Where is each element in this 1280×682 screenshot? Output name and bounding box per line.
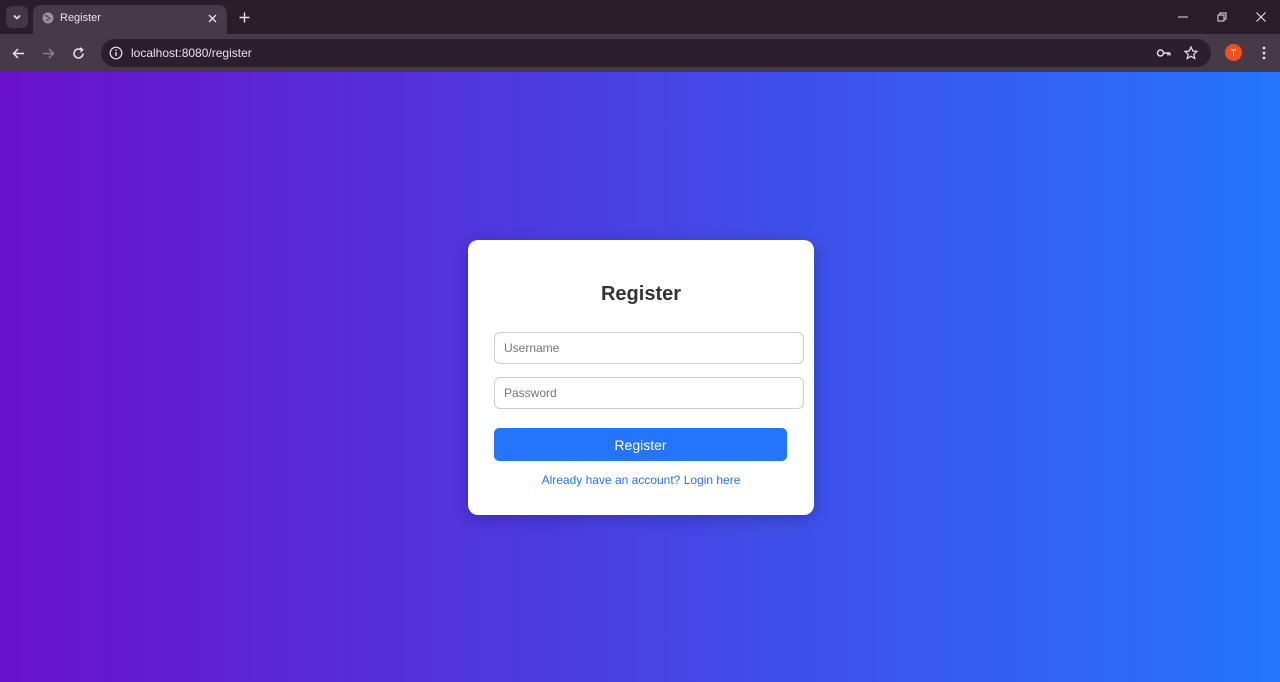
profile-initial: T	[1230, 47, 1237, 58]
login-link[interactable]: Already have an account? Login here	[468, 473, 814, 487]
close-icon	[208, 14, 216, 22]
close-tab-button[interactable]	[205, 11, 219, 25]
register-card: Register Register Already have an accoun…	[468, 240, 814, 515]
page-viewport: Register Register Already have an accoun…	[0, 72, 1280, 682]
profile-avatar[interactable]: T	[1225, 44, 1242, 61]
tab-search-button[interactable]	[6, 6, 28, 28]
password-key-button[interactable]	[1156, 45, 1172, 61]
forward-button[interactable]	[38, 43, 58, 63]
more-vertical-icon	[1262, 46, 1266, 60]
minimize-button[interactable]	[1163, 0, 1202, 34]
restore-icon	[1217, 12, 1226, 22]
address-bar[interactable]: localhost:8080/register	[101, 39, 1211, 67]
star-icon	[1184, 46, 1198, 60]
browser-menu-button[interactable]	[1256, 44, 1272, 62]
restore-button[interactable]	[1202, 0, 1241, 34]
register-button[interactable]: Register	[494, 428, 787, 461]
close-window-button[interactable]	[1241, 0, 1280, 34]
browser-toolbar: localhost:8080/register T	[0, 34, 1280, 72]
window-controls	[1163, 0, 1280, 34]
reload-button[interactable]	[68, 43, 88, 63]
browser-window: Register localhost:8080/register T Regis…	[0, 0, 1280, 682]
arrow-left-icon	[11, 47, 24, 59]
tab-title: Register	[60, 12, 101, 24]
tab-strip: Register	[0, 0, 1280, 34]
chevron-down-icon	[13, 14, 21, 20]
tab-register[interactable]: Register	[33, 5, 227, 34]
new-tab-button[interactable]	[236, 9, 252, 25]
key-icon	[1156, 49, 1171, 57]
close-icon	[1255, 12, 1266, 22]
info-icon[interactable]	[109, 46, 123, 60]
arrow-right-icon	[42, 47, 55, 59]
password-input[interactable]	[494, 377, 804, 409]
plus-icon	[239, 12, 249, 22]
username-input[interactable]	[494, 332, 804, 364]
globe-icon	[42, 12, 54, 24]
minimize-icon	[1177, 16, 1188, 18]
url-text: localhost:8080/register	[131, 46, 252, 60]
reload-icon	[72, 46, 84, 59]
back-button[interactable]	[8, 43, 28, 63]
page-title: Register	[600, 283, 682, 305]
bookmark-button[interactable]	[1183, 45, 1199, 61]
